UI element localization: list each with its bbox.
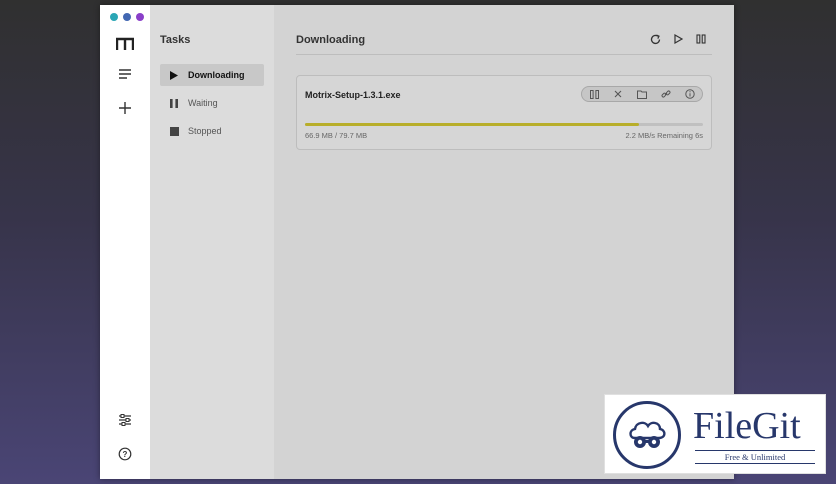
progress-fill — [305, 123, 640, 126]
task-speed: 2.2 MB/s Remaining 6s — [625, 131, 703, 140]
window-light-close[interactable] — [110, 13, 118, 21]
sidebar-rail: ? — [100, 5, 150, 479]
info-icon[interactable] — [683, 88, 697, 100]
window-light-minimize[interactable] — [123, 13, 131, 21]
refresh-icon[interactable] — [648, 32, 662, 46]
watermark-name: FileGit — [693, 405, 801, 447]
pause-all-icon[interactable] — [694, 32, 708, 46]
filegit-logo-icon — [613, 401, 681, 469]
folder-icon[interactable] — [635, 88, 649, 100]
watermark-tagline: Free & Unlimited — [695, 450, 815, 464]
header-divider — [296, 54, 712, 55]
add-icon[interactable] — [113, 96, 137, 120]
delete-icon[interactable] — [611, 88, 625, 100]
menu-list-icon[interactable] — [113, 62, 137, 86]
pause-icon — [160, 98, 188, 108]
header-toolbar — [648, 32, 708, 46]
task-actions — [581, 86, 703, 102]
window-controls — [110, 13, 144, 21]
svg-text:?: ? — [123, 450, 128, 459]
play-icon — [160, 70, 188, 80]
stop-icon — [160, 126, 188, 136]
progress-bar — [305, 123, 703, 126]
resume-all-icon[interactable] — [671, 32, 685, 46]
pause-icon[interactable] — [587, 88, 601, 100]
tasks-panel: Tasks Downloading Waiting Stopped — [150, 5, 274, 479]
nav-item-label: Downloading — [188, 70, 245, 80]
task-size: 66.9 MB / 79.7 MB — [305, 131, 368, 140]
filegit-watermark: FileGit Free & Unlimited — [604, 394, 826, 474]
link-icon[interactable] — [659, 88, 673, 100]
page-title: Downloading — [296, 34, 366, 46]
tasks-title: Tasks — [160, 34, 191, 46]
motrix-logo-icon — [113, 32, 137, 56]
nav-item-waiting[interactable]: Waiting — [160, 92, 264, 114]
task-item[interactable]: Motrix-Setup-1.3.1.exe 66.9 MB / 79.7 MB… — [296, 75, 712, 150]
task-filename: Motrix-Setup-1.3.1.exe — [305, 90, 401, 100]
help-icon[interactable]: ? — [113, 442, 137, 466]
settings-sliders-icon[interactable] — [113, 408, 137, 432]
nav-item-label: Waiting — [188, 98, 218, 108]
nav-item-stopped[interactable]: Stopped — [160, 120, 264, 142]
window-light-zoom[interactable] — [136, 13, 144, 21]
nav-item-label: Stopped — [188, 126, 222, 136]
nav-item-downloading[interactable]: Downloading — [160, 64, 264, 86]
